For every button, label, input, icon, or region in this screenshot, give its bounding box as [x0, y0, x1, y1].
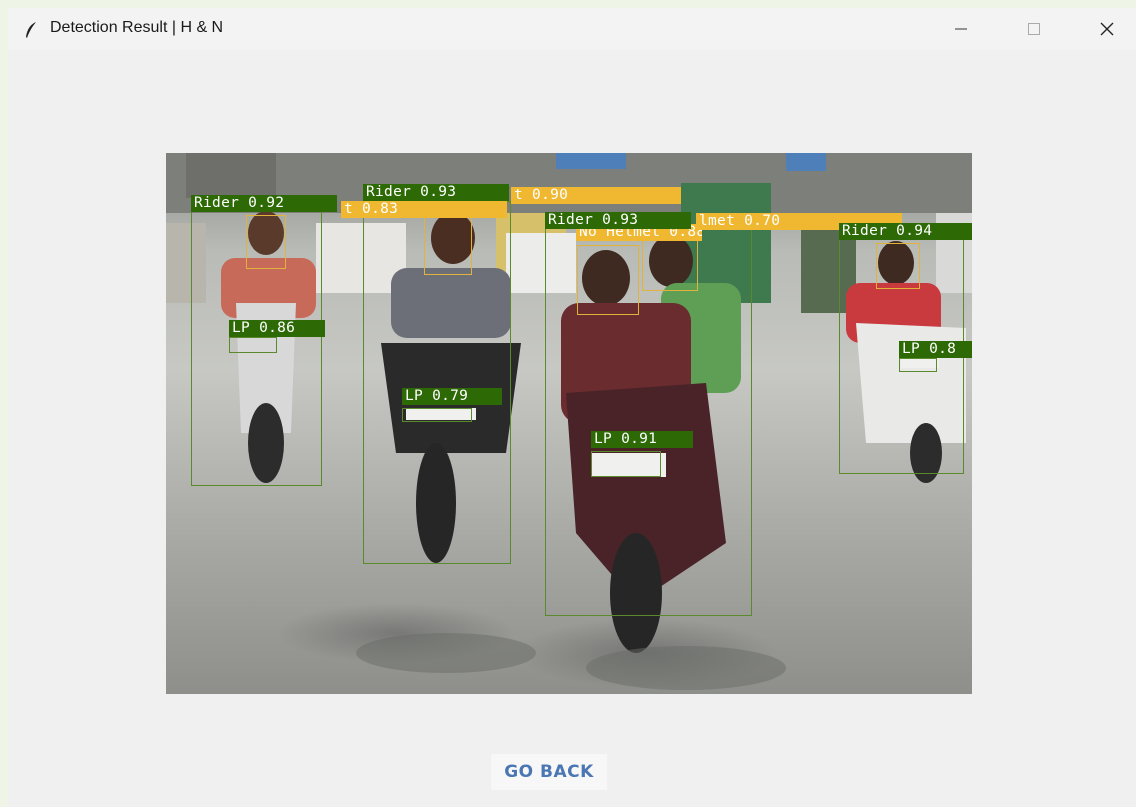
helmet-box-2 [424, 217, 472, 275]
title-bar[interactable]: Detection Result | H & N [8, 8, 1136, 50]
rider-label-3: Rider 0.93 [545, 212, 691, 229]
minimize-icon [955, 28, 967, 30]
helmet-label-1: t 0.83 [341, 201, 507, 218]
helmet-box-4 [642, 233, 698, 291]
plate-label-2: LP 0.79 [402, 388, 502, 405]
helmet-box-3 [577, 245, 639, 315]
feather-icon [26, 22, 36, 38]
window-title: Detection Result | H & N [50, 19, 224, 36]
go-back-button[interactable]: GO BACK [491, 754, 607, 790]
plate-box-4 [899, 358, 937, 372]
rider-label-2: Rider 0.93 [363, 184, 509, 201]
helmet-box-5 [876, 243, 920, 289]
plate-box-1 [229, 337, 277, 353]
helmet-box-1 [246, 215, 286, 269]
detection-image: t 0.83 t 0.90 No Helmet 0.88 lmet 0.70 R… [166, 153, 972, 694]
close-icon [1100, 22, 1114, 36]
rider-label-1: Rider 0.92 [191, 195, 337, 212]
rider-label-4: Rider 0.94 [839, 223, 972, 240]
plate-box-3 [591, 451, 661, 477]
plate-box-2 [402, 408, 472, 422]
minimize-button[interactable] [938, 8, 984, 50]
close-button[interactable] [1084, 8, 1130, 50]
maximize-icon [1028, 23, 1040, 35]
helmet-label-2: t 0.90 [511, 187, 681, 204]
plate-label-4: LP 0.8 [899, 341, 972, 358]
maximize-button[interactable] [1011, 8, 1057, 50]
plate-label-3: LP 0.91 [591, 431, 693, 448]
plate-label-1: LP 0.86 [229, 320, 325, 337]
